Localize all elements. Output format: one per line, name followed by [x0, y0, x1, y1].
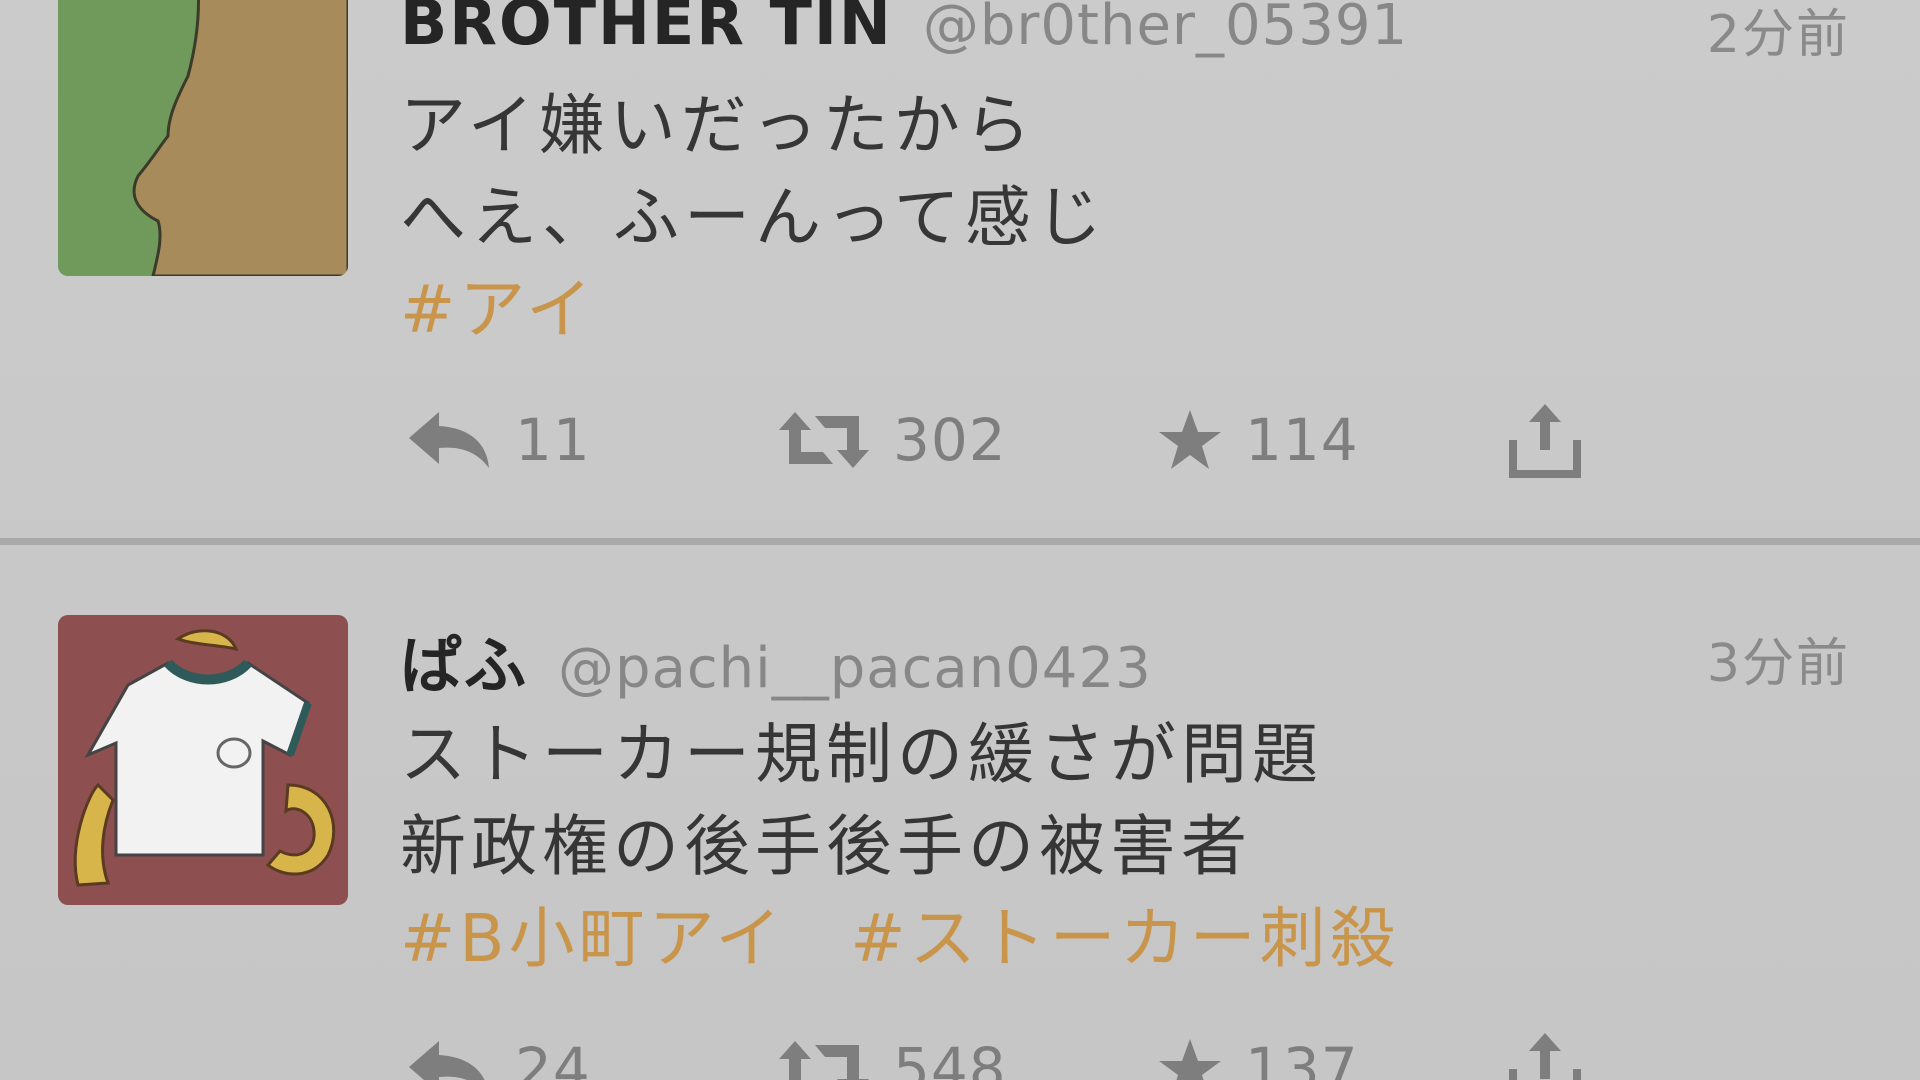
- user-handle[interactable]: @br0ther_05391: [923, 0, 1408, 58]
- tweet-header: ぱふ @pachi__pacan0423: [400, 615, 1152, 702]
- tweet-timestamp: 2分前: [1706, 5, 1850, 65]
- hashtag-link[interactable]: #ストーカー刺殺: [850, 900, 1399, 977]
- hashtag-row: #B小町アイ #ストーカー刺殺: [400, 893, 1800, 985]
- tweet-body: アイ嫌いだったから へえ、ふーんって感じ #アイ: [400, 80, 1800, 356]
- favorite-button[interactable]: 114: [1157, 400, 1359, 480]
- reply-button[interactable]: 24: [405, 1029, 591, 1080]
- tweet-body: ストーカー規制の緩さが問題 新政権の後手後手の被害者 #B小町アイ #ストーカー…: [400, 709, 1800, 985]
- hashtag-row: #アイ: [400, 264, 1800, 356]
- share-icon: [1509, 1033, 1581, 1080]
- tweet-actions: 11 302 114: [405, 400, 1705, 480]
- hashtag-link[interactable]: #B小町アイ: [400, 900, 785, 977]
- hashtag-link[interactable]: #アイ: [400, 271, 596, 348]
- tweet-divider: [0, 538, 1920, 545]
- silhouette-profile-avatar-icon: [58, 0, 348, 276]
- reply-button[interactable]: 11: [405, 400, 591, 480]
- gym-shirt-avatar-icon: [58, 615, 348, 905]
- reply-count: 11: [515, 406, 591, 474]
- user-avatar[interactable]: [58, 615, 348, 905]
- share-button[interactable]: [1505, 1029, 1585, 1080]
- tweet-header: BROTHER TIN @br0ther_05391: [400, 0, 1408, 59]
- display-name[interactable]: BROTHER TIN: [400, 0, 893, 59]
- tweet-timeline: BROTHER TIN @br0ther_05391 2分前 アイ嫌いだったから…: [0, 0, 1920, 1080]
- user-handle[interactable]: @pachi__pacan0423: [558, 636, 1152, 701]
- tweet[interactable]: ぱふ @pachi__pacan0423 3分前 ストーカー規制の緩さが問題 新…: [0, 549, 1920, 1080]
- favorite-count: 137: [1245, 1035, 1359, 1080]
- reply-count: 24: [515, 1035, 591, 1080]
- tweet-actions: 24 548 137: [405, 1029, 1705, 1080]
- favorite-button[interactable]: 137: [1157, 1029, 1359, 1080]
- retweet-count: 302: [893, 406, 1007, 474]
- retweet-icon: [779, 412, 869, 468]
- retweet-icon: [779, 1041, 869, 1080]
- star-icon: [1159, 410, 1221, 469]
- user-avatar[interactable]: [58, 0, 348, 276]
- tweet-text-line: ストーカー規制の緩さが問題: [400, 716, 1323, 793]
- retweet-count: 548: [893, 1035, 1007, 1080]
- favorite-count: 114: [1245, 406, 1359, 474]
- tweet-timestamp: 3分前: [1706, 634, 1850, 694]
- retweet-button[interactable]: 548: [777, 1029, 1007, 1080]
- tweet-text-line: 新政権の後手後手の被害者: [400, 808, 1252, 885]
- star-icon: [1159, 1039, 1221, 1080]
- display-name[interactable]: ぱふ: [400, 615, 528, 705]
- tweet-text-line: へえ、ふーんって感じ: [400, 179, 1107, 256]
- share-icon: [1509, 404, 1581, 478]
- reply-icon: [409, 1041, 485, 1080]
- tweet[interactable]: BROTHER TIN @br0ther_05391 2分前 アイ嫌いだったから…: [0, 0, 1920, 478]
- share-button[interactable]: [1505, 400, 1585, 480]
- reply-icon: [409, 412, 489, 468]
- retweet-button[interactable]: 302: [777, 400, 1007, 480]
- tweet-text-line: アイ嫌いだったから: [400, 87, 1036, 164]
